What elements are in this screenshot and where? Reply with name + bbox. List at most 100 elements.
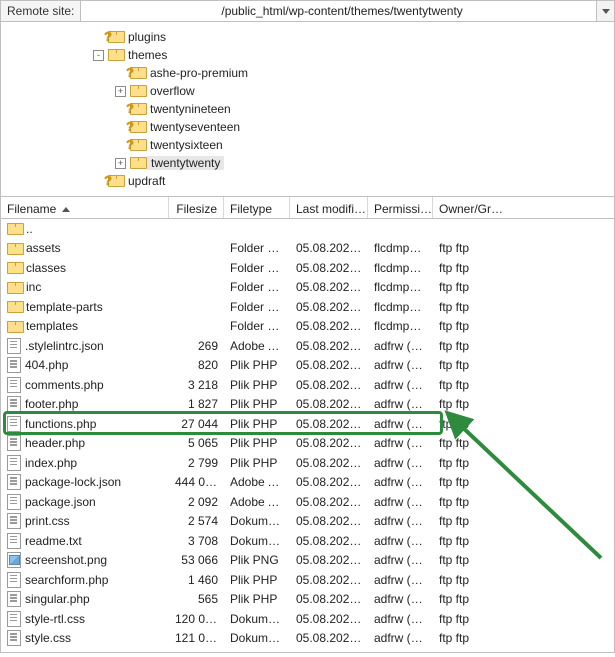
file-php-icon xyxy=(7,435,21,451)
file-size: 27 044 xyxy=(169,417,224,431)
file-row[interactable]: searchform.php1 460Plik PHP05.08.2020 …a… xyxy=(1,570,614,590)
column-header-filename[interactable]: Filename xyxy=(1,197,169,218)
file-name: .. xyxy=(26,222,33,236)
file-name: template-parts xyxy=(26,300,103,314)
file-php-icon xyxy=(7,591,21,607)
file-own: ftp ftp xyxy=(433,534,503,548)
expand-icon[interactable]: + xyxy=(115,86,126,97)
file-row[interactable]: incFolder pl…05.08.2020 …flcdmpe …ftp ft… xyxy=(1,278,614,298)
file-php-icon xyxy=(7,572,21,588)
sort-ascending-icon xyxy=(62,207,70,212)
parent-directory-row[interactable]: .. xyxy=(1,219,614,239)
tree-item[interactable]: ?twentysixteen xyxy=(1,136,614,154)
file-mod: 05.08.2020 … xyxy=(290,592,368,606)
column-header-filetype[interactable]: Filetype xyxy=(224,197,290,218)
file-type: Adobe A… xyxy=(224,475,290,489)
file-own: ftp ftp xyxy=(433,397,503,411)
file-name: .stylelintrc.json xyxy=(25,339,104,353)
file-txt-icon xyxy=(7,533,21,549)
file-row[interactable]: functions.php27 044Plik PHP05.08.2020 …a… xyxy=(1,414,614,434)
column-header-label: Filename xyxy=(7,202,56,216)
file-row[interactable]: .stylelintrc.json269Adobe A…05.08.2020 …… xyxy=(1,336,614,356)
file-perm: adfrw (0… xyxy=(368,358,433,372)
file-row[interactable]: screenshot.png53 066Plik PNG05.08.2020 …… xyxy=(1,551,614,571)
file-row[interactable]: classesFolder pl…05.08.2020 …flcdmpe …ft… xyxy=(1,258,614,278)
collapse-icon[interactable]: - xyxy=(93,50,104,61)
file-perm: adfrw (0… xyxy=(368,436,433,450)
file-type: Folder pl… xyxy=(224,241,290,255)
file-php-icon xyxy=(7,357,21,373)
tree-item[interactable]: ?updraft xyxy=(1,172,614,190)
file-perm: adfrw (0… xyxy=(368,417,433,431)
column-header-filesize[interactable]: Filesize xyxy=(169,197,224,218)
file-row[interactable]: package-lock.json444 067Adobe A…05.08.20… xyxy=(1,473,614,493)
file-perm: adfrw (0… xyxy=(368,456,433,470)
file-type: Plik PNG xyxy=(224,553,290,567)
file-own: ftp ftp xyxy=(433,475,503,489)
file-type: Folder pl… xyxy=(224,319,290,333)
file-own: ftp ftp xyxy=(433,573,503,587)
file-row[interactable]: readme.txt3 708Dokume…05.08.2020 …adfrw … xyxy=(1,531,614,551)
file-name: readme.txt xyxy=(25,534,82,548)
file-row[interactable]: singular.php565Plik PHP05.08.2020 …adfrw… xyxy=(1,590,614,610)
tree-item-label: twentytwenty xyxy=(147,156,224,170)
file-own: ftp ftp xyxy=(433,612,503,626)
remote-tree[interactable]: ?plugins-themes?ashe-pro-premium+overflo… xyxy=(0,22,615,197)
file-row[interactable]: package.json2 092Adobe A…05.08.2020 …adf… xyxy=(1,492,614,512)
expand-spacer xyxy=(115,140,126,151)
column-header-last-modified[interactable]: Last modifi… xyxy=(290,197,368,218)
file-mod: 05.08.2020 … xyxy=(290,241,368,255)
file-own: ftp ftp xyxy=(433,319,503,333)
remote-path-input[interactable] xyxy=(81,1,596,21)
file-type: Plik PHP xyxy=(224,378,290,392)
file-size: 120 054 xyxy=(169,612,224,626)
column-header-permissions[interactable]: Permissi… xyxy=(368,197,433,218)
file-row[interactable]: comments.php3 218Plik PHP05.08.2020 …adf… xyxy=(1,375,614,395)
file-row[interactable]: header.php5 065Plik PHP05.08.2020 …adfrw… xyxy=(1,434,614,454)
file-row[interactable]: 404.php820Plik PHP05.08.2020 …adfrw (0…f… xyxy=(1,356,614,376)
tree-item[interactable]: ?plugins xyxy=(1,28,614,46)
file-row[interactable]: style.css121 057Dokume…05.08.2020 …adfrw… xyxy=(1,629,614,649)
file-perm: adfrw (0… xyxy=(368,495,433,509)
file-perm: adfrw (0… xyxy=(368,573,433,587)
file-row[interactable]: index.php2 799Plik PHP05.08.2020 …adfrw … xyxy=(1,453,614,473)
file-list-header: Filename Filesize Filetype Last modifi… … xyxy=(0,197,615,219)
file-size: 2 799 xyxy=(169,456,224,470)
file-type: Plik PHP xyxy=(224,456,290,470)
file-own: ftp ftp xyxy=(433,456,503,470)
remote-file-list[interactable]: .. assetsFolder pl…05.08.2020 …flcdmpe …f… xyxy=(0,219,615,653)
tree-item[interactable]: ?twentyseventeen xyxy=(1,118,614,136)
file-row[interactable]: assetsFolder pl…05.08.2020 …flcdmpe …ftp… xyxy=(1,239,614,259)
file-name: functions.php xyxy=(25,417,96,431)
file-size: 2 574 xyxy=(169,514,224,528)
file-own: ftp ftp xyxy=(433,358,503,372)
expand-spacer xyxy=(115,122,126,133)
file-type: Adobe A… xyxy=(224,495,290,509)
expand-icon[interactable]: + xyxy=(115,158,126,169)
tree-item-label: twentysixteen xyxy=(147,138,223,152)
file-row[interactable]: template-partsFolder pl…05.08.2020 …flcd… xyxy=(1,297,614,317)
file-name: classes xyxy=(26,261,66,275)
file-perm: adfrw (0… xyxy=(368,514,433,528)
tree-item[interactable]: ?ashe-pro-premium xyxy=(1,64,614,82)
tree-item[interactable]: + twentytwenty xyxy=(1,154,614,172)
file-css-icon xyxy=(7,630,21,646)
file-perm: flcdmpe … xyxy=(368,280,433,294)
tree-item[interactable]: +overflow xyxy=(1,82,614,100)
file-mod: 05.08.2020 … xyxy=(290,495,368,509)
column-header-owner-group[interactable]: Owner/Gr… xyxy=(433,197,503,218)
expand-spacer xyxy=(93,176,104,187)
file-row[interactable]: footer.php1 827Plik PHP05.08.2020 …adfrw… xyxy=(1,395,614,415)
remote-path-dropdown[interactable] xyxy=(596,1,614,21)
file-own: ftp ftp xyxy=(433,495,503,509)
file-mod: 05.08.2020 … xyxy=(290,397,368,411)
file-row[interactable]: templatesFolder pl…05.08.2020 …flcdmpe …… xyxy=(1,317,614,337)
tree-item[interactable]: ?twentynineteen xyxy=(1,100,614,118)
file-size: 121 057 xyxy=(169,631,224,645)
file-perm: flcdmpe … xyxy=(368,319,433,333)
file-php-icon xyxy=(7,455,21,471)
file-row[interactable]: style-rtl.css120 054Dokume…05.08.2020 …a… xyxy=(1,609,614,629)
file-name: package.json xyxy=(25,495,96,509)
tree-item[interactable]: -themes xyxy=(1,46,614,64)
file-row[interactable]: print.css2 574Dokume…05.08.2020 …adfrw (… xyxy=(1,512,614,532)
